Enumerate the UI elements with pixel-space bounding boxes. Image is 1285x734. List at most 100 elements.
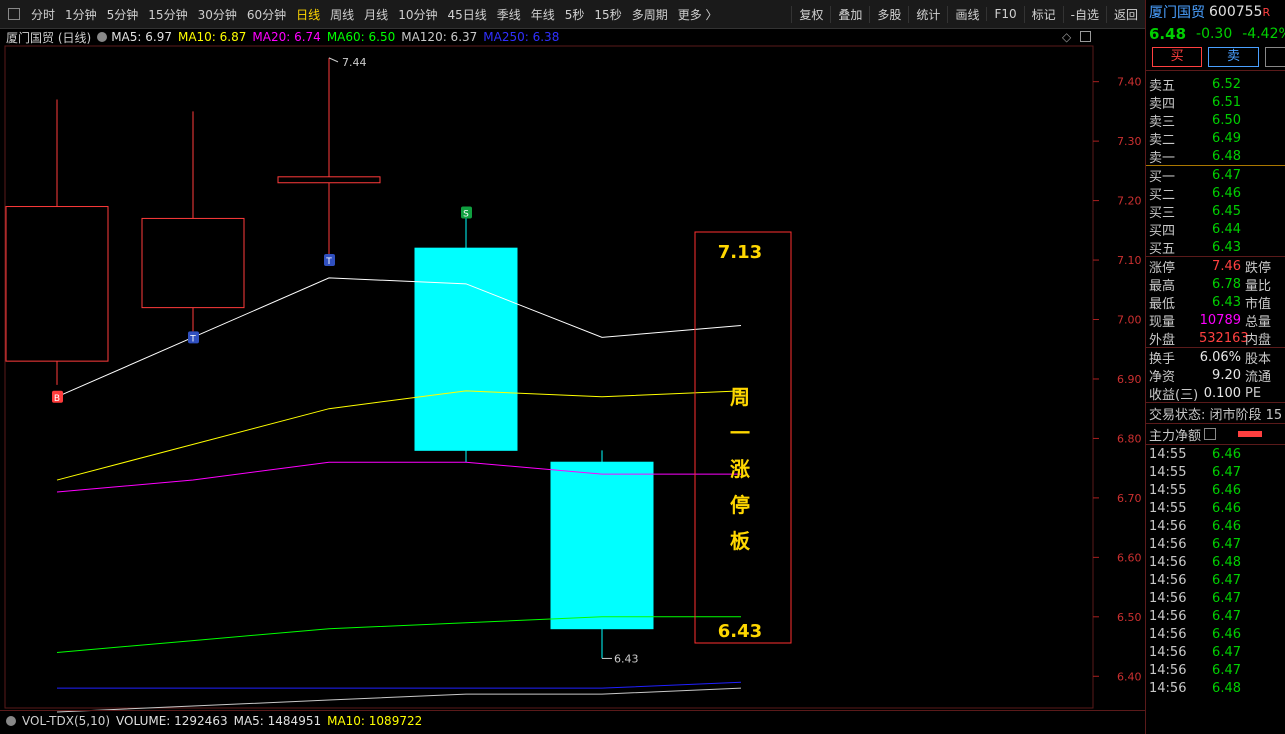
trade-buttons: 买 卖 [1146, 44, 1285, 70]
annotation-bottom: 6.43 [718, 621, 762, 642]
stat-row: 现量 10789 总量 [1146, 311, 1285, 330]
tick-time: 14:56 [1149, 608, 1187, 624]
signal-label: T [325, 257, 332, 267]
ask-label: 卖五 [1149, 78, 1176, 94]
tick-row: 14:56 6.48 [1146, 679, 1285, 697]
sell-button[interactable]: 卖 [1208, 47, 1259, 67]
volume-ma5: MA5: 1484951 [233, 714, 322, 728]
stat-extra-label: PE [1245, 385, 1262, 401]
y-tick-label: 6.60 [1117, 551, 1142, 564]
stat-value: 6.06% [1199, 349, 1241, 365]
tick-time: 14:55 [1149, 500, 1187, 516]
bid-price: 6.44 [1212, 221, 1241, 237]
stat-extra-label: 市值 [1245, 296, 1272, 312]
tick-time: 14:56 [1149, 518, 1187, 534]
stat-label: 最高 [1149, 278, 1176, 294]
annotation-char: 涨 [730, 457, 750, 481]
high-label: 7.44 [342, 56, 367, 69]
tick-price: 6.47 [1212, 536, 1241, 552]
stock-name: 厦门国贸 [1149, 5, 1205, 21]
y-tick-label: 6.40 [1117, 670, 1142, 683]
last-price: 6.48 [1149, 25, 1187, 43]
ask-row: 卖四 6.51 [1146, 93, 1285, 112]
stat-row: 净资 9.20 流通 [1146, 366, 1285, 385]
bid-label: 买三 [1149, 205, 1176, 221]
tick-row: 14:55 6.46 [1146, 499, 1285, 517]
ma5-line [56, 277, 742, 398]
stat-extra-label: 股本 [1245, 351, 1272, 367]
ask-price: 6.50 [1212, 112, 1241, 128]
stat-row: 外盘 532163 内盘 [1146, 329, 1285, 348]
ask-list: 卖五 6.52 卖四 6.51 卖三 6.50 卖二 6.49 卖一 6.48 [1146, 75, 1285, 166]
tick-time: 14:56 [1149, 662, 1187, 678]
tick-price: 6.46 [1212, 518, 1241, 534]
ma250-line [57, 681, 742, 689]
more-button[interactable] [1264, 47, 1285, 67]
tick-time: 14:56 [1149, 644, 1187, 660]
annotation-char: 周 [730, 385, 750, 409]
ask-price: 6.51 [1212, 94, 1241, 110]
tick-price: 6.47 [1212, 464, 1241, 480]
tick-time: 14:55 [1149, 482, 1187, 498]
candle-body [141, 217, 245, 309]
plot-frame [4, 45, 1094, 709]
stat-value: 9.20 [1212, 367, 1241, 383]
price-pct: -4.42% [1242, 26, 1285, 42]
bid-price: 6.45 [1212, 203, 1241, 219]
tick-row: 14:56 6.47 [1146, 661, 1285, 679]
settings-icon[interactable] [6, 716, 16, 726]
tick-price: 6.47 [1212, 590, 1241, 606]
stat-extra-label: 跌停 [1245, 260, 1272, 276]
stat-value: 0.100 [1203, 385, 1241, 401]
tick-time: 14:56 [1149, 626, 1187, 642]
tick-price: 6.47 [1212, 572, 1241, 588]
kline-chart[interactable]: 7.40 7.30 7.20 7.10 7.00 6.90 6.80 6.70 6.60 6.50… [0, 0, 1145, 734]
stats-list: 涨停 7.46 跌停 最高 6.78 量比 最低 6.43 市值 现量 10789 总量 外盘 53216… [1146, 257, 1285, 348]
bid-price: 6.43 [1212, 239, 1241, 255]
buy-button[interactable]: 买 [1152, 47, 1203, 67]
ask-row: 卖三 6.50 [1146, 111, 1285, 130]
tick-time: 14:55 [1149, 464, 1187, 480]
stat-extra-label: 量比 [1245, 278, 1272, 294]
stat-extra-label: 总量 [1245, 314, 1272, 330]
ask-row: 卖五 6.52 [1146, 75, 1285, 94]
tick-price: 6.48 [1212, 554, 1241, 570]
y-tick-label: 6.50 [1117, 611, 1142, 624]
bid-row: 买二 6.46 [1146, 184, 1285, 203]
tick-price: 6.46 [1212, 446, 1241, 462]
ask-label: 卖一 [1149, 150, 1176, 166]
tick-row: 14:56 6.47 [1146, 571, 1285, 589]
y-tick-label: 6.80 [1117, 432, 1142, 445]
tick-price: 6.46 [1212, 626, 1241, 642]
stat-label: 收益(三) [1149, 387, 1199, 403]
main-flow-label: 主力净额 [1149, 428, 1202, 444]
bid-list: 买一 6.47 买二 6.46 买三 6.45 买四 6.44 买五 6.43 [1146, 166, 1285, 257]
chart-panel[interactable]: 分时 1分钟 5分钟 15分钟 30分钟 60分钟 日线 周线 月线 10分钟 45日线 季线 年线 5秒… [0, 0, 1145, 734]
list-icon[interactable] [1204, 428, 1217, 440]
volume-indicator-name: VOL-TDX(5,10) [22, 714, 111, 728]
annotation-char: 板 [730, 529, 751, 553]
y-tick-label: 7.30 [1117, 135, 1142, 148]
tick-row: 14:56 6.47 [1146, 643, 1285, 661]
bid-label: 买一 [1149, 169, 1176, 185]
y-tick-label: 7.40 [1117, 76, 1142, 89]
y-tick-label: 6.70 [1117, 492, 1142, 505]
stat-label: 最低 [1149, 296, 1176, 312]
stat-value: 532163 [1199, 330, 1249, 346]
y-tick-label: 7.20 [1117, 195, 1142, 208]
stat-extra-label: 流通 [1245, 369, 1272, 385]
trade-status: 交易状态: 闭市阶段 15 [1149, 407, 1283, 423]
tick-row: 14:56 6.47 [1146, 607, 1285, 625]
stat-label: 现量 [1149, 314, 1176, 330]
flow-bar [1238, 431, 1263, 437]
stat-row: 涨停 7.46 跌停 [1146, 257, 1285, 276]
tick-row: 14:56 6.47 [1146, 589, 1285, 607]
stat-label: 涨停 [1149, 260, 1176, 276]
tick-price: 6.47 [1212, 644, 1241, 660]
stat-extra-label: 内盘 [1245, 332, 1272, 348]
tick-row: 14:56 6.46 [1146, 625, 1285, 643]
bid-label: 买四 [1149, 223, 1176, 239]
y-tick-label: 7.00 [1117, 314, 1142, 327]
bid-row: 买一 6.47 [1146, 166, 1285, 185]
ask-label: 卖三 [1149, 114, 1176, 130]
